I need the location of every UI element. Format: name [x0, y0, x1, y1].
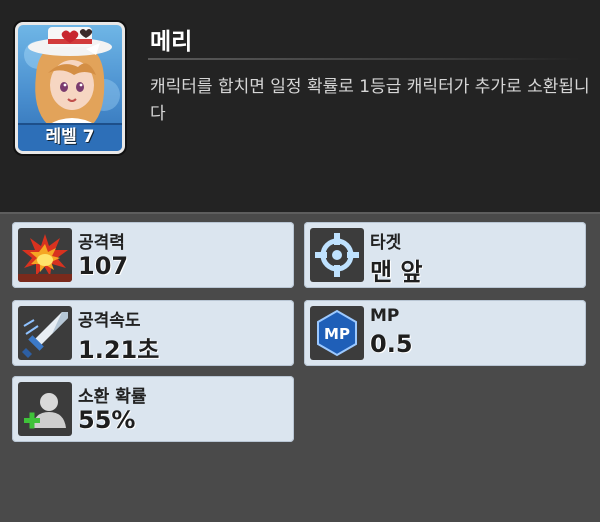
character-info-panel: 레벨 7 메리 캐릭터를 합치면 일정 확률로 1등급 캐릭터가 추가로 소환됩… [0, 0, 600, 522]
character-name: 메리 [150, 29, 193, 55]
character-portrait: 레벨 7 [15, 22, 125, 154]
stat-label: 공격력 [78, 233, 125, 253]
stat-value: 맨 앞 [370, 258, 423, 286]
level-badge: 레벨 7 [18, 123, 122, 151]
character-header: 레벨 7 메리 캐릭터를 합치면 일정 확률로 1등급 캐릭터가 추가로 소환됩… [0, 0, 600, 212]
stat-label: MP [370, 306, 400, 326]
stat-value: 0.5 [370, 330, 413, 358]
stat-value: 1.21초 [78, 336, 160, 364]
character-description: 캐릭터를 합치면 일정 확률로 1등급 캐릭터가 추가로 소환됩니다 [150, 77, 590, 124]
crosshair-icon [310, 228, 364, 282]
stat-value: 55% [78, 406, 136, 434]
mp-icon-text: MP [324, 325, 350, 343]
stat-label: 공격속도 [78, 311, 141, 331]
stat-card-target: 타겟 맨 앞 [304, 222, 586, 288]
stat-card-mp: MP MP 0.5 [304, 300, 586, 366]
explosion-icon [18, 228, 72, 282]
add-user-icon [18, 382, 72, 436]
divider [148, 58, 580, 60]
stat-card-summon-rate: 소환 확률 55% [12, 376, 294, 442]
stat-card-attack: 공격력 107 [12, 222, 294, 288]
stat-card-attack-speed: 공격속도 1.21초 [12, 300, 294, 366]
stat-label: 타겟 [370, 233, 402, 253]
sword-icon [18, 306, 72, 360]
stat-label: 소환 확률 [78, 387, 147, 407]
mp-icon: MP [310, 306, 364, 360]
stat-value: 107 [78, 252, 129, 280]
